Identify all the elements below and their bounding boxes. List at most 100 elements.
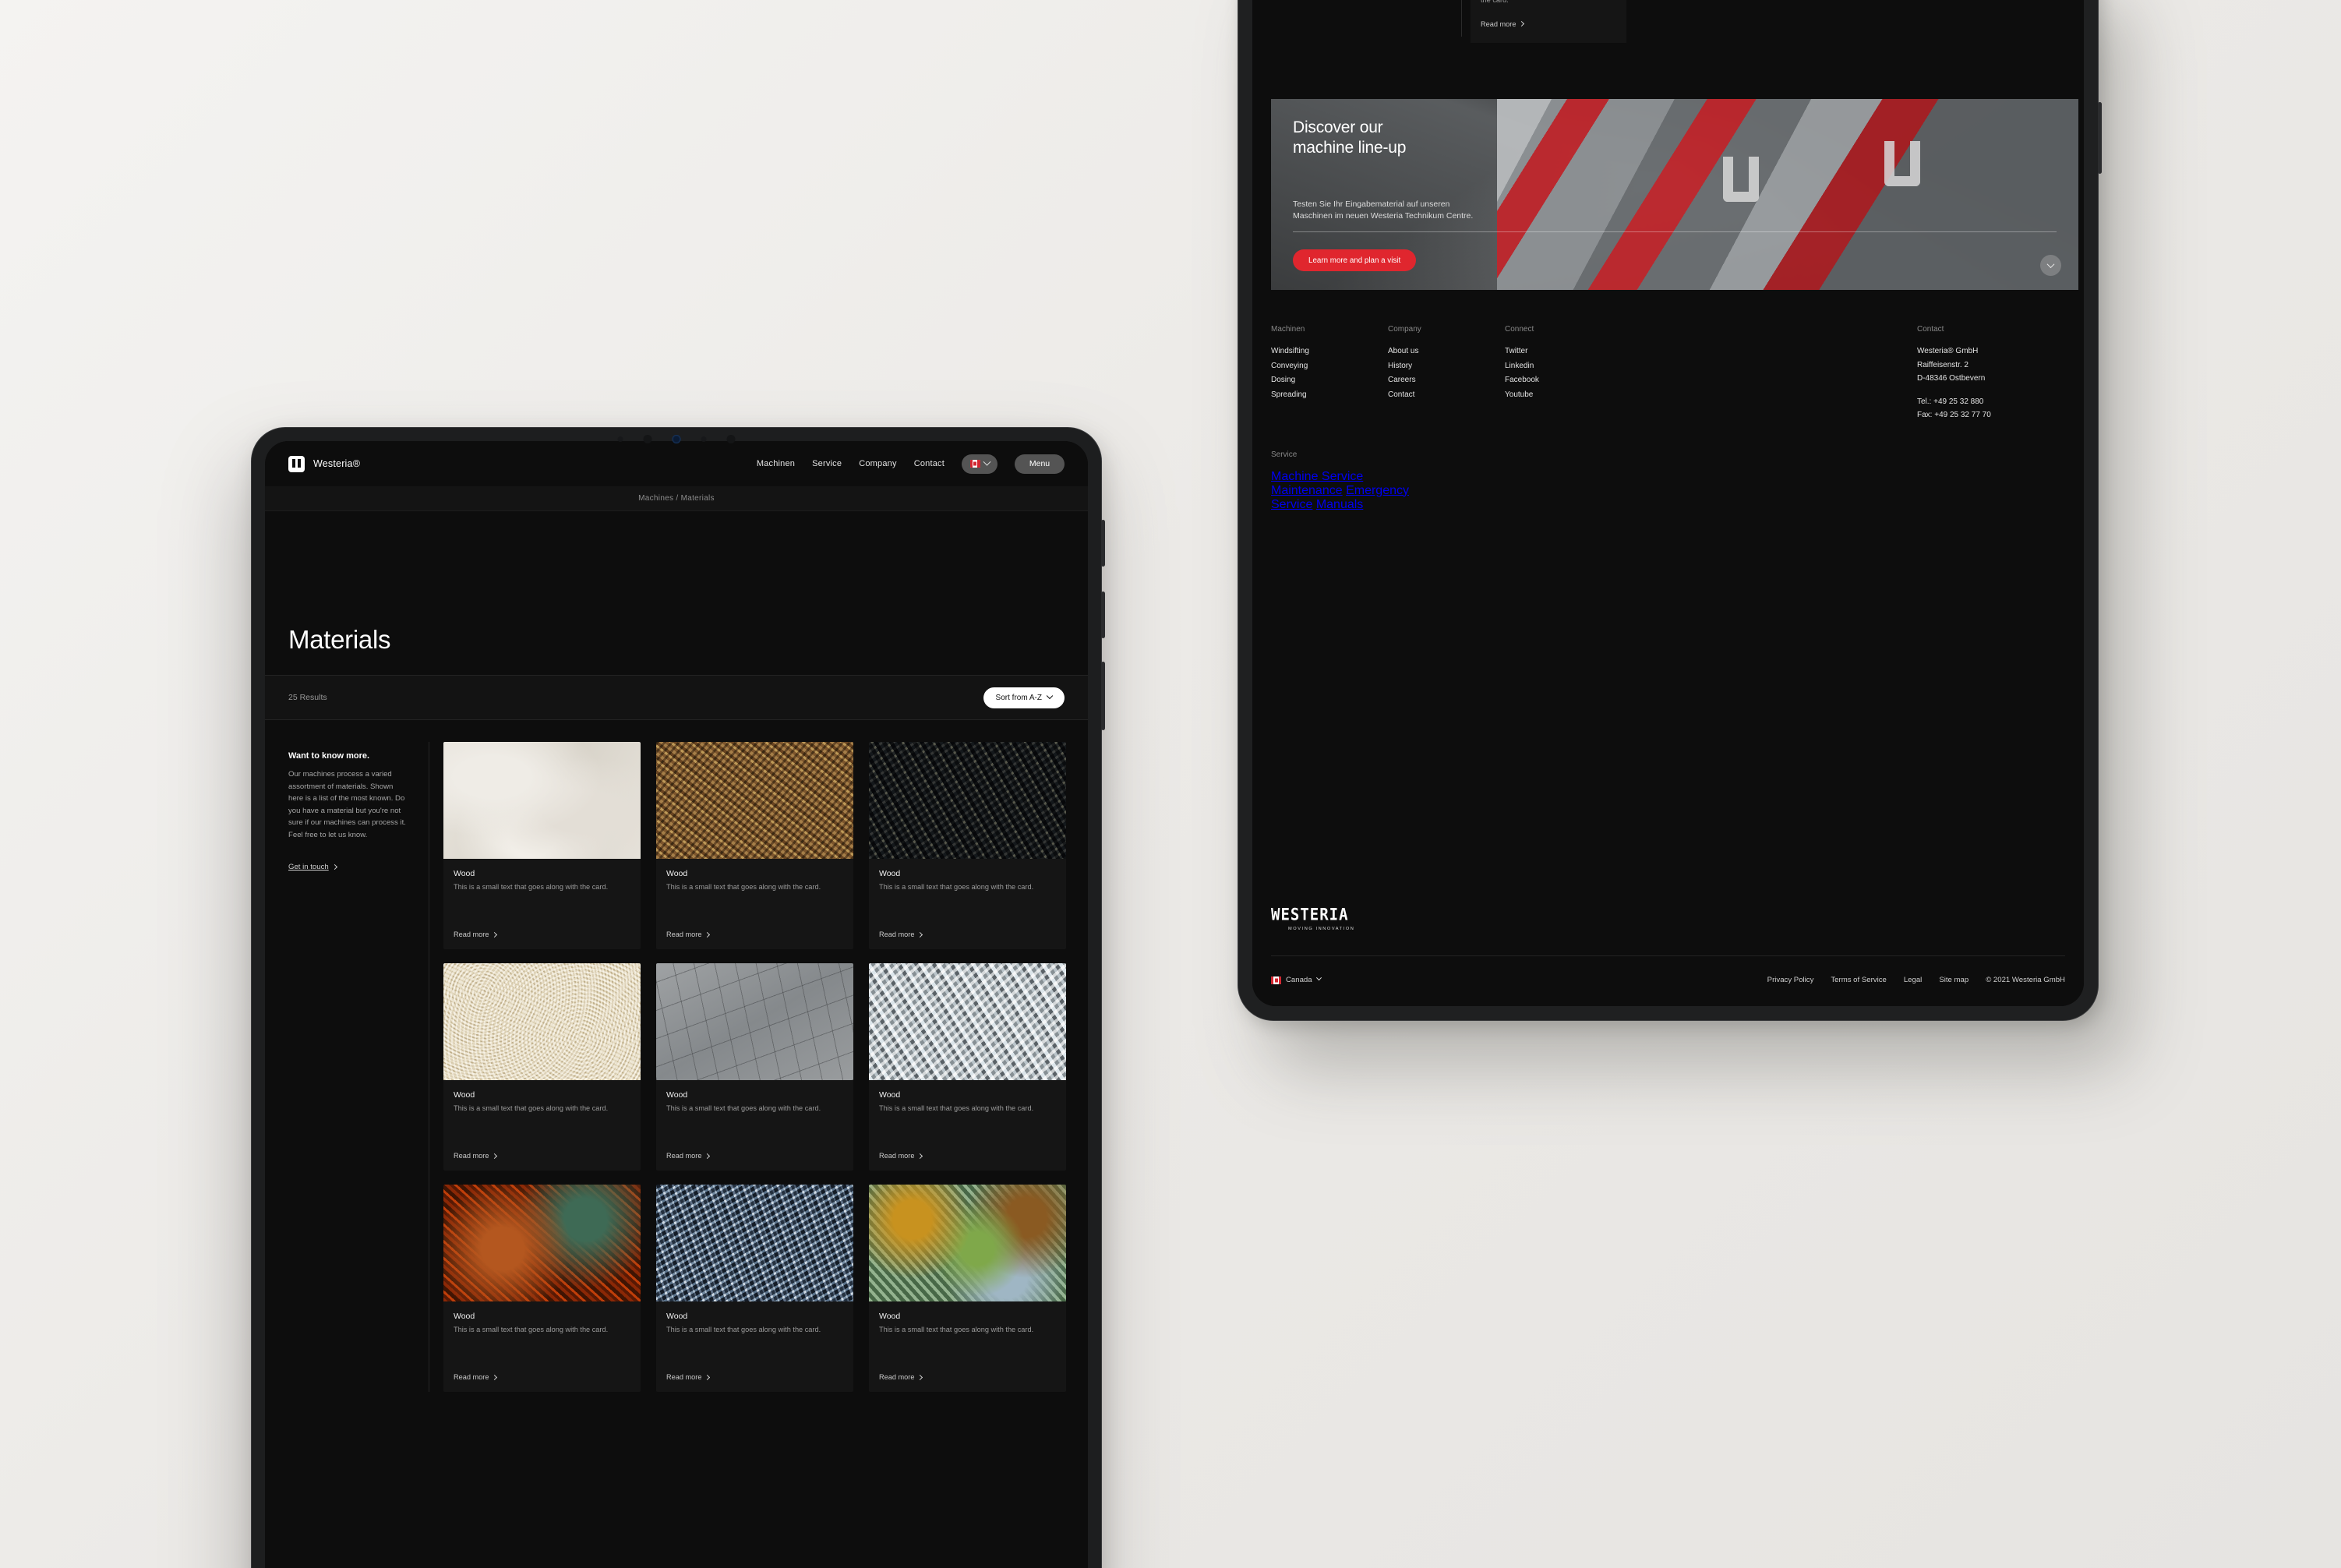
nav-item-company[interactable]: Company bbox=[859, 459, 896, 468]
card-description: This is a small text that goes along wit… bbox=[666, 883, 821, 891]
material-card[interactable]: Wood This is a small text that goes alon… bbox=[656, 963, 853, 1171]
westeria-u-logo-icon bbox=[288, 455, 305, 472]
breadcrumb-bar: Machines / Materials bbox=[265, 486, 1088, 511]
footer-link[interactable]: Linkedin bbox=[1505, 359, 1622, 374]
footer-logo-wordmark: WESTERIA bbox=[1271, 905, 1349, 925]
material-card[interactable]: Wood This is a small text that goes alon… bbox=[869, 742, 1066, 949]
chevron-right-icon bbox=[492, 1374, 498, 1380]
sensor-icon bbox=[726, 435, 736, 443]
tablet-screen-portrait: Westeria® Machinen Service Company Conta… bbox=[265, 441, 1088, 1568]
material-card[interactable]: Wood This is a small text that goes alon… bbox=[443, 1185, 641, 1392]
material-card[interactable]: Wood This is a small text that goes alon… bbox=[443, 963, 641, 1171]
menu-button[interactable]: Menu bbox=[1015, 454, 1065, 474]
read-more-link[interactable]: Read more bbox=[666, 1359, 843, 1381]
nav-item-machinen[interactable]: Machinen bbox=[757, 459, 795, 468]
footer-link[interactable]: Maintenance bbox=[1271, 484, 1343, 497]
footer-link[interactable]: Dosing bbox=[1271, 373, 1388, 388]
country-label: Canada bbox=[1286, 976, 1312, 984]
sort-dropdown-button[interactable]: Sort from A-Z bbox=[983, 687, 1065, 708]
language-selector[interactable] bbox=[962, 454, 997, 474]
chevron-right-icon bbox=[704, 1153, 711, 1159]
materials-grid: Wood This is a small text that goes alon… bbox=[443, 742, 1088, 1392]
footer-link[interactable]: Careers bbox=[1388, 373, 1505, 388]
sensor-icon bbox=[617, 436, 623, 442]
nav-item-service[interactable]: Service bbox=[812, 459, 842, 468]
page-title: Materials bbox=[288, 625, 391, 654]
country-selector[interactable]: Canada bbox=[1271, 975, 1322, 984]
footer-column-heading: Connect bbox=[1505, 325, 1534, 334]
footer-link[interactable]: Machine Service bbox=[1271, 470, 1363, 483]
legal-link-legal[interactable]: Legal bbox=[1904, 976, 1922, 984]
get-in-touch-link[interactable]: Get in touch bbox=[288, 863, 337, 871]
chevron-right-icon bbox=[1519, 21, 1525, 27]
sidebar-heading: Want to know more. bbox=[288, 751, 370, 761]
material-card[interactable]: Wood This is a small text that goes alon… bbox=[656, 742, 853, 949]
scroll-down-button[interactable] bbox=[2040, 255, 2061, 276]
breadcrumb[interactable]: Machines / Materials bbox=[638, 494, 715, 503]
sensor-icon bbox=[643, 435, 652, 443]
chevron-down-icon bbox=[1315, 975, 1322, 981]
scroll-down-arrow-icon bbox=[2046, 260, 2055, 269]
footer-link[interactable]: Spreading bbox=[1271, 388, 1388, 403]
material-card[interactable]: Wood This is a small text that goes alon… bbox=[869, 1185, 1066, 1392]
hero-subtext-line1: Testen Sie Ihr Eingabematerial auf unser… bbox=[1293, 199, 1450, 209]
read-more-label: Read more bbox=[879, 931, 915, 938]
canada-flag-icon bbox=[1271, 976, 1281, 984]
card-description: This is a small text that goes along wit… bbox=[666, 1104, 821, 1112]
chevron-down-icon bbox=[983, 457, 990, 466]
footer-link[interactable]: Contact bbox=[1388, 388, 1505, 403]
vertical-divider bbox=[1461, 0, 1462, 37]
read-more-link[interactable]: Read more bbox=[879, 1359, 1056, 1381]
footer-column-service: Service Machine Service Maintenance Emer… bbox=[1271, 450, 1427, 512]
material-card-top[interactable]: Wood This is a small text that goes alon… bbox=[1471, 0, 1626, 43]
hero-cta-button[interactable]: Learn more and plan a visit bbox=[1293, 249, 1417, 271]
footer-link[interactable]: Twitter bbox=[1505, 344, 1622, 359]
card-title: Wood bbox=[454, 1090, 475, 1100]
footer-link[interactable]: Conveying bbox=[1271, 359, 1388, 374]
material-thumbnail bbox=[869, 963, 1066, 1080]
read-more-link[interactable]: Read more bbox=[1481, 6, 1525, 28]
material-thumbnail bbox=[443, 1185, 641, 1301]
card-title: Wood bbox=[666, 1090, 688, 1100]
card-title: Wood bbox=[879, 1090, 901, 1100]
chevron-right-icon bbox=[492, 1153, 498, 1159]
legal-link-privacy[interactable]: Privacy Policy bbox=[1767, 976, 1814, 984]
footer-link[interactable]: Facebook bbox=[1505, 373, 1622, 388]
legal-link-terms[interactable]: Terms of Service bbox=[1831, 976, 1886, 984]
read-more-link[interactable]: Read more bbox=[454, 1359, 630, 1381]
material-card[interactable]: Wood This is a small text that goes alon… bbox=[869, 963, 1066, 1171]
hero-heading-line2: machine line-up bbox=[1293, 138, 1407, 157]
footer-link[interactable]: Manuals bbox=[1316, 498, 1363, 511]
card-title: Wood bbox=[879, 869, 901, 878]
material-card[interactable]: Wood This is a small text that goes alon… bbox=[443, 742, 641, 949]
read-more-link[interactable]: Read more bbox=[879, 916, 1056, 938]
read-more-label: Read more bbox=[666, 931, 702, 938]
footer-column-heading: Company bbox=[1388, 325, 1421, 334]
material-card[interactable]: Wood This is a small text that goes alon… bbox=[656, 1185, 853, 1392]
footer-link[interactable]: History bbox=[1388, 359, 1505, 374]
contact-city: D-48346 Ostbevern bbox=[1917, 374, 1986, 383]
legal-link-sitemap[interactable]: Site map bbox=[1939, 976, 1968, 984]
footer-column-connect: Connect Twitter Linkedin Facebook Youtub… bbox=[1505, 325, 1622, 422]
read-more-label: Read more bbox=[666, 1373, 702, 1381]
footer-link[interactable]: Youtube bbox=[1505, 388, 1622, 403]
read-more-link[interactable]: Read more bbox=[454, 1138, 630, 1160]
footer-link[interactable]: About us bbox=[1388, 344, 1505, 359]
read-more-link[interactable]: Read more bbox=[666, 1138, 843, 1160]
chevron-right-icon bbox=[917, 1153, 923, 1159]
nav-item-contact[interactable]: Contact bbox=[914, 459, 945, 468]
front-camera-icon bbox=[672, 435, 681, 443]
footer-column-contact: Contact Westeria® GmbH Raiffeisenstr. 2 … bbox=[1917, 325, 2065, 422]
read-more-link[interactable]: Read more bbox=[454, 916, 630, 938]
footer-link[interactable]: Windsifting bbox=[1271, 344, 1388, 359]
read-more-link[interactable]: Read more bbox=[666, 916, 843, 938]
contact-street: Raiffeisenstr. 2 bbox=[1917, 360, 1968, 369]
footer-column-heading: Service bbox=[1271, 450, 1298, 459]
read-more-link[interactable]: Read more bbox=[879, 1138, 1056, 1160]
card-title: Wood bbox=[454, 869, 475, 878]
footer-bottom-bar: Canada Privacy Policy Terms of Service L… bbox=[1271, 955, 2065, 984]
brand-logo[interactable]: Westeria® bbox=[288, 455, 360, 472]
sidebar-body-text: Our machines process a varied assortment… bbox=[288, 770, 406, 839]
card-description: This is a small text that goes along wit… bbox=[879, 1326, 1034, 1333]
page-header: Materials bbox=[265, 511, 1088, 675]
